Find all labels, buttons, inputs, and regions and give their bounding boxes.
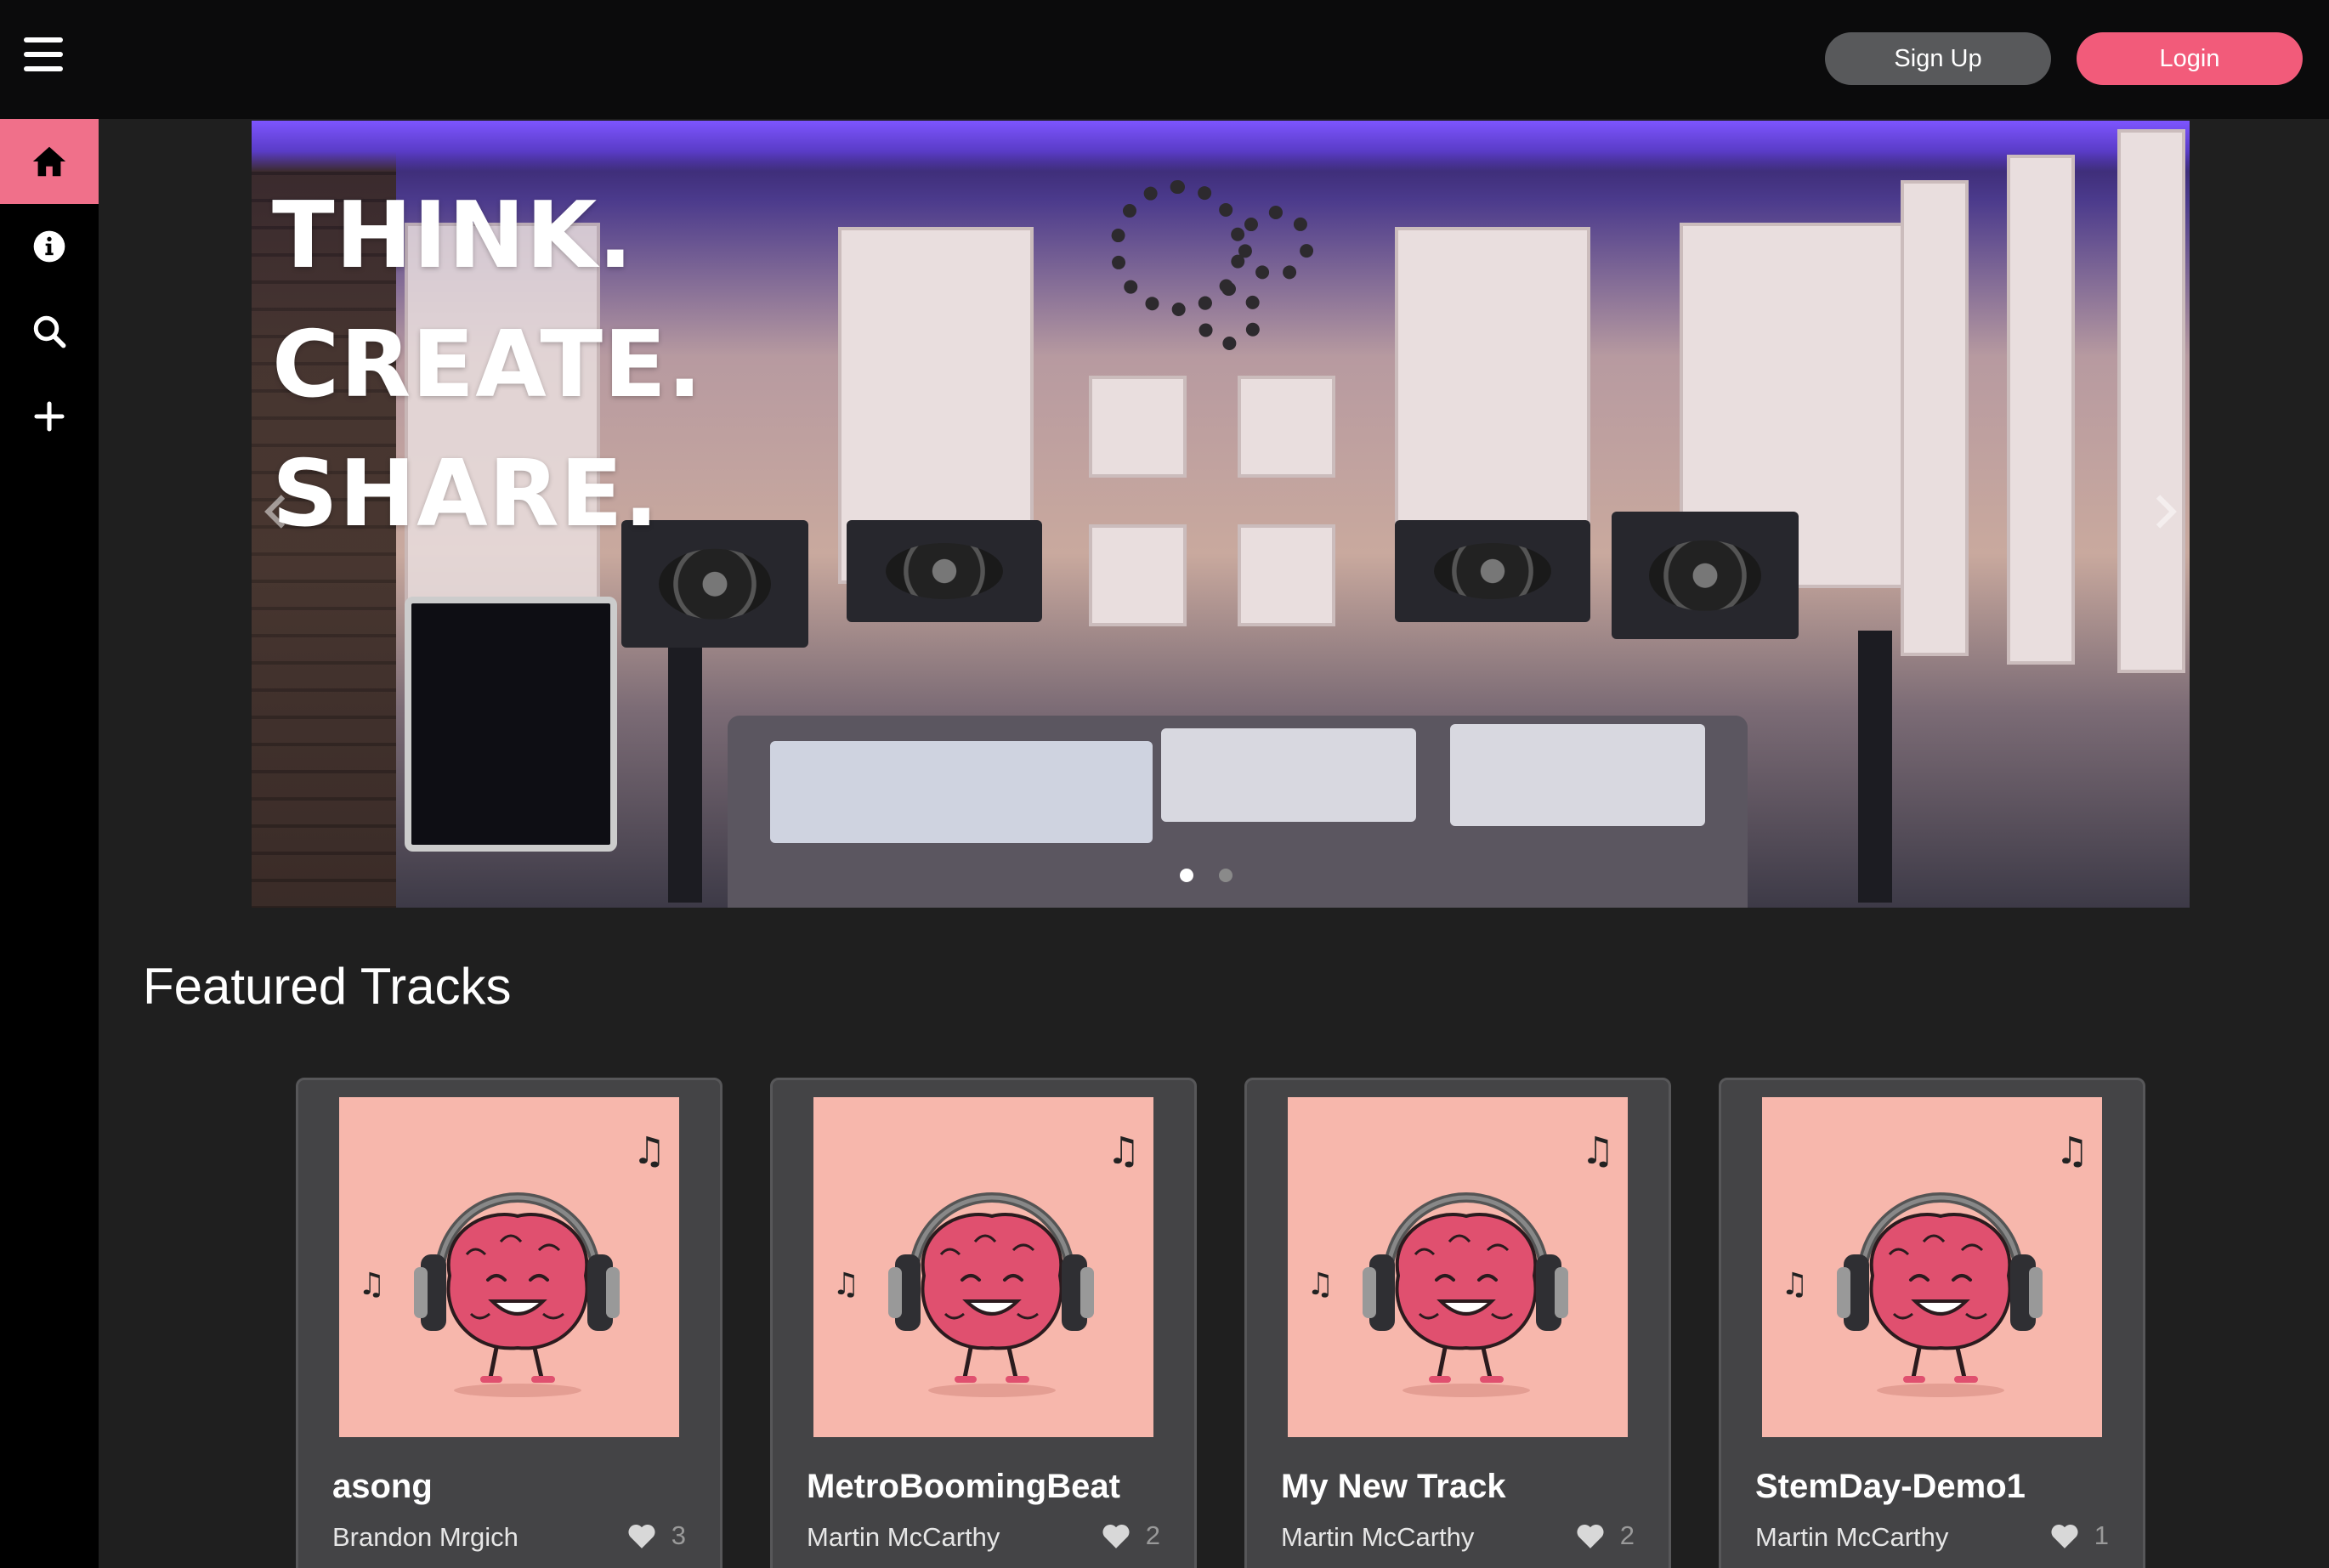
carousel-dot-1[interactable]	[1180, 869, 1193, 882]
like-count: 2	[1145, 1520, 1160, 1550]
info-icon	[33, 230, 65, 263]
svg-text:♫: ♫	[2055, 1129, 2088, 1173]
top-bar: Sign Up Login	[0, 0, 2329, 119]
svg-text:♫: ♫	[1107, 1129, 1140, 1173]
track-likes: 3	[627, 1520, 686, 1551]
track-author[interactable]: Brandon Mrgich	[332, 1522, 518, 1553]
track-artwork: ♫ ♫	[813, 1097, 1153, 1437]
hero-line-1: THINK.	[272, 183, 634, 289]
track-likes: 2	[1576, 1520, 1635, 1551]
track-artwork: ♫ ♫	[1288, 1097, 1628, 1437]
svg-text:♫: ♫	[1306, 1267, 1334, 1302]
svg-text:♫: ♫	[1581, 1129, 1614, 1173]
carousel-prev-icon[interactable]	[262, 495, 287, 529]
search-icon	[33, 315, 66, 348]
heart-icon[interactable]	[627, 1523, 656, 1548]
track-card[interactable]: ♫ ♫ My New Track Martin McCarthy 2	[1244, 1078, 1671, 1568]
heart-icon[interactable]	[1576, 1523, 1605, 1548]
carousel-next-icon[interactable]	[2154, 495, 2179, 529]
plus-icon	[34, 401, 65, 432]
sidebar-item-about[interactable]	[0, 204, 99, 289]
track-author[interactable]: Martin McCarthy	[807, 1522, 1000, 1553]
login-button[interactable]: Login	[2077, 32, 2303, 85]
like-count: 1	[2094, 1520, 2109, 1550]
heart-icon[interactable]	[2050, 1523, 2079, 1548]
sidebar	[0, 119, 99, 1568]
sidebar-item-home[interactable]	[0, 119, 99, 204]
home-icon	[32, 146, 66, 177]
main-content: THINK. CREATE. SHARE. Featured Tracks ♫ …	[99, 119, 2329, 1568]
hero-headline: THINK. CREATE. SHARE.	[272, 172, 703, 559]
track-title[interactable]: asong	[332, 1468, 433, 1506]
hero-carousel: THINK. CREATE. SHARE.	[252, 121, 2190, 908]
hero-line-2: CREATE.	[272, 312, 703, 418]
track-likes: 2	[1102, 1520, 1160, 1551]
sidebar-item-create[interactable]	[0, 374, 99, 459]
hamburger-menu-icon[interactable]	[24, 37, 63, 71]
track-author[interactable]: Martin McCarthy	[1755, 1522, 1948, 1553]
svg-text:♫: ♫	[1781, 1267, 1808, 1302]
track-title[interactable]: StemDay-Demo1	[1755, 1468, 2026, 1506]
svg-text:♫: ♫	[832, 1267, 859, 1302]
signup-button[interactable]: Sign Up	[1825, 32, 2051, 85]
track-title[interactable]: MetroBoomingBeat	[807, 1468, 1120, 1506]
carousel-indicators	[1180, 869, 1232, 882]
track-card[interactable]: ♫ ♫ asong Brandon Mrgich 3	[296, 1078, 722, 1568]
heart-icon[interactable]	[1102, 1523, 1130, 1548]
svg-text:♫: ♫	[632, 1129, 666, 1173]
featured-tracks-heading: Featured Tracks	[143, 958, 512, 1015]
track-artwork: ♫ ♫	[1762, 1097, 2102, 1437]
like-count: 3	[671, 1520, 686, 1550]
sidebar-item-search[interactable]	[0, 289, 99, 374]
track-author[interactable]: Martin McCarthy	[1281, 1522, 1474, 1553]
carousel-dot-2[interactable]	[1219, 869, 1232, 882]
svg-text:♫: ♫	[358, 1267, 385, 1302]
track-title[interactable]: My New Track	[1281, 1468, 1506, 1506]
track-likes: 1	[2050, 1520, 2109, 1551]
track-artwork: ♫ ♫	[339, 1097, 679, 1437]
track-card[interactable]: ♫ ♫ MetroBoomingBeat Martin McCarthy 2	[770, 1078, 1197, 1568]
hero-line-3: SHARE.	[272, 441, 660, 547]
like-count: 2	[1619, 1520, 1635, 1550]
track-card[interactable]: ♫ ♫ StemDay-Demo1 Martin McCarthy 1	[1719, 1078, 2145, 1568]
